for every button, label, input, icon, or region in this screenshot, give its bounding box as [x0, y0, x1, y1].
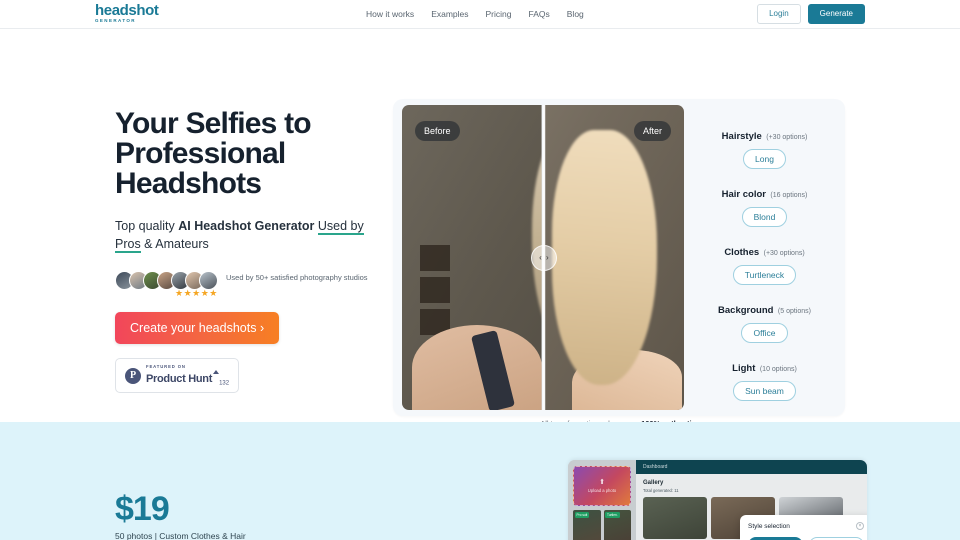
upvote-triangle-icon [213, 369, 220, 374]
rating-stars: ★★★★★ [175, 288, 218, 299]
option-group-hair-color: Hair color (16 options) Blond [722, 184, 808, 227]
option-group-hairstyle: Hairstyle (+30 options) Long [722, 126, 808, 169]
avatar-group: ★★★★★ [115, 271, 218, 298]
option-label: Background (5 options) [718, 300, 811, 318]
option-count: (+30 options) [766, 134, 808, 141]
option-count: (5 options) [777, 308, 811, 315]
pricing-section: $19 50 photos | Custom Clothes & Hair ⬆ … [0, 422, 960, 540]
price-meta: 50 photos | Custom Clothes & Hair [115, 530, 246, 540]
dashboard-mockup: ⬆ Upload a photo Pro suit Turtlen. Dashb… [568, 460, 867, 540]
option-count: (16 options) [770, 192, 808, 199]
mockup-thumbnails: Pro suit Turtlen. [573, 510, 631, 540]
option-title: Light [732, 363, 756, 374]
option-group-clothes: Clothes (+30 options) Turtleneck [724, 242, 805, 285]
generate-button[interactable]: Generate [807, 4, 865, 24]
option-title: Hair color [721, 189, 766, 200]
upload-label: Upload a photo [587, 488, 617, 493]
subtitle-suffix: & Amateurs [140, 237, 209, 252]
social-proof-text: Used by 50+ satisfied photography studio… [226, 273, 368, 283]
logo[interactable]: headshot GENERATOR [95, 2, 159, 24]
main-nav: How it works Examples Pricing FAQs Blog [366, 9, 584, 19]
option-group-light: Light (10 options) Sun beam [732, 358, 797, 401]
thumbnail[interactable]: Pro suit [573, 510, 601, 540]
create-headshots-button[interactable]: Create your headshots › [115, 312, 280, 345]
option-value-clothes[interactable]: Turtleneck [732, 265, 797, 285]
option-value-hairstyle[interactable]: Long [743, 149, 786, 169]
before-after-comparison[interactable]: Before After ‹ › [402, 105, 684, 410]
mockup-sidebar: ⬆ Upload a photo Pro suit Turtlen. [568, 460, 636, 540]
gallery-subtitle: Total generated: 11 [643, 488, 679, 493]
style-popup-header: Style selection × [748, 522, 864, 530]
upload-photo-area[interactable]: ⬆ Upload a photo [573, 466, 631, 506]
page-title: Your Selfies to Professional Headshots [115, 107, 312, 200]
option-title: Hairstyle [721, 131, 762, 142]
thumbnail[interactable]: Turtlen. [603, 510, 631, 540]
option-value-light[interactable]: Sun beam [733, 381, 796, 401]
login-button[interactable]: Login [757, 4, 801, 24]
option-count: (10 options) [759, 366, 797, 373]
thumbnail-tag: Pro suit [574, 511, 590, 518]
header-actions: Login Generate [757, 4, 865, 24]
hero-copy: Your Selfies to Professional Headshots T… [115, 107, 385, 394]
subtitle-bold: AI Headshot Generator [178, 219, 315, 233]
subtitle-prefix: Top quality [115, 219, 179, 233]
thumbnail-tag: Turtlen. [605, 511, 620, 518]
product-hunt-badge[interactable]: P FEATURED ON Product Hunt 132 [115, 358, 240, 394]
option-count: (+30 options) [763, 250, 805, 257]
after-hair-decor [552, 130, 657, 385]
option-label: Clothes (+30 options) [724, 242, 804, 260]
product-hunt-count: 132 [219, 380, 230, 387]
site-header: headshot GENERATOR How it works Examples… [0, 0, 960, 29]
product-hunt-name: Product Hunt [146, 372, 213, 385]
price-block: $19 50 photos | Custom Clothes & Hair [115, 490, 246, 540]
style-selection-popup: Style selection × Pro (25) Fun (46) [740, 515, 867, 540]
option-title: Clothes [724, 247, 760, 258]
option-value-background[interactable]: Office [741, 323, 788, 343]
social-proof: ★★★★★ Used by 50+ satisfied photography … [115, 271, 385, 298]
hero-section: Your Selfies to Professional Headshots T… [0, 29, 960, 422]
nav-item-how-it-works[interactable]: How it works [366, 9, 414, 19]
product-hunt-icon: P [125, 367, 141, 384]
nav-item-faqs[interactable]: FAQs [529, 9, 550, 19]
close-icon[interactable]: × [856, 522, 864, 530]
style-popup-title: Style selection [748, 522, 790, 530]
product-hunt-text: FEATURED ON Product Hunt 132 [146, 364, 230, 387]
option-label: Hairstyle (+30 options) [722, 126, 808, 144]
gallery-card[interactable] [643, 497, 707, 539]
hero-subtitle: Top quality AI Headshot Generator Used b… [115, 217, 385, 254]
gallery-title: Gallery [643, 480, 664, 486]
nav-item-examples[interactable]: Examples [431, 9, 468, 19]
logo-main-text: headshot [95, 2, 159, 19]
comparison-slider-handle[interactable]: ‹ › [531, 244, 558, 271]
option-group-background: Background (5 options) Office [718, 300, 811, 343]
after-label-badge: After [633, 121, 671, 141]
style-options-panel: Hairstyle (+30 options) Long Hair color … [684, 99, 845, 416]
before-label-badge: Before [415, 121, 460, 141]
option-label: Light (10 options) [732, 358, 797, 376]
option-value-hair-color[interactable]: Blond [741, 207, 788, 227]
mockup-topbar-title: Dashboard [636, 460, 867, 474]
upload-icon: ⬆ [599, 479, 605, 486]
nav-item-blog[interactable]: Blog [567, 9, 584, 19]
option-label: Hair color (16 options) [722, 184, 808, 202]
demo-card: Before After ‹ › Hairstyle (+30 options)… [393, 99, 845, 416]
price-amount: $19 [115, 490, 170, 528]
mockup-main: Dashboard Gallery Total generated: 11 St… [636, 460, 867, 540]
wall-frames-decor [420, 245, 450, 335]
option-title: Background [718, 305, 774, 316]
nav-item-pricing[interactable]: Pricing [486, 9, 512, 19]
logo-sub-text: GENERATOR [95, 18, 136, 23]
